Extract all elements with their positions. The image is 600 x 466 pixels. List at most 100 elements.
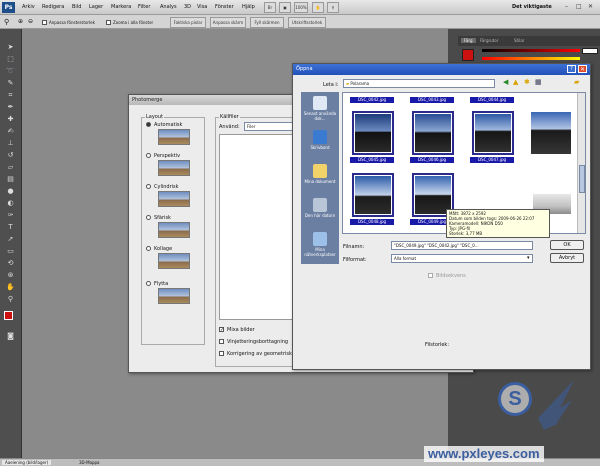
place-network[interactable]: Mina nätverksplatser <box>303 232 337 260</box>
layout-cylindrical-radio[interactable] <box>146 184 151 189</box>
blend-checkbox[interactable]: ✓ <box>219 327 224 333</box>
menu-fonster[interactable]: Fönster <box>215 4 234 10</box>
file-caption[interactable]: DSC_0046.jpg <box>410 157 454 163</box>
history-brush-tool-icon[interactable]: ↺ <box>5 151 16 160</box>
menu-hjalp[interactable]: Hjälp <box>242 4 255 10</box>
ok-button[interactable]: OK <box>550 240 584 250</box>
file-thumbnail[interactable] <box>352 111 394 155</box>
menu-redigera[interactable]: Redigera <box>42 4 64 10</box>
cancel-button[interactable]: Avbryt <box>550 253 584 263</box>
path-select-tool-icon[interactable]: ➚ <box>5 235 16 244</box>
dodge-tool-icon[interactable]: ◐ <box>5 199 16 208</box>
layout-collage-radio[interactable] <box>146 246 151 251</box>
tab-styles[interactable]: Stilar <box>514 38 524 43</box>
pen-tool-icon[interactable]: ✑ <box>5 211 16 220</box>
place-recent[interactable]: Senast använda dok... <box>303 96 337 124</box>
scrollbar-thumb[interactable] <box>579 165 585 193</box>
menu-bild[interactable]: Bild <box>72 4 81 10</box>
workspace-switcher[interactable]: Det viktigaste <box>512 4 552 10</box>
look-in-select[interactable]: ▰ Polarama <box>343 79 495 88</box>
zoom-tool-icon-2[interactable]: ⚲ <box>5 295 16 304</box>
file-thumbnail[interactable] <box>472 111 514 155</box>
quick-mask-icon[interactable]: ◙ <box>5 332 16 341</box>
eraser-tool-icon[interactable]: ▱ <box>5 163 16 172</box>
open-dialog-close-icon[interactable]: ✕ <box>578 65 587 73</box>
file-caption[interactable]: DSC_0047.jpg <box>470 157 514 163</box>
zoom-in-icon[interactable]: ⊕ <box>18 18 23 25</box>
eyedropper-tool-icon[interactable]: ✒ <box>5 103 16 112</box>
menu-filter[interactable]: Filter <box>138 4 150 10</box>
file-thumbnail[interactable] <box>530 111 572 155</box>
3d-orbit-tool-icon[interactable]: ⊛ <box>5 271 16 280</box>
layout-auto-radio[interactable] <box>146 122 151 127</box>
crop-tool-icon[interactable]: ⌗ <box>5 91 16 100</box>
tab-swatches[interactable]: Färgrutor <box>480 38 498 43</box>
layout-reposition-radio[interactable] <box>146 281 151 286</box>
file-caption[interactable]: DSC_0043.jpg <box>410 97 454 103</box>
place-documents[interactable]: Mina dokument <box>303 164 337 192</box>
zoom-icon[interactable]: ⚲ <box>327 2 339 13</box>
menu-arkiv[interactable]: Arkiv <box>22 4 35 10</box>
brush-tool-icon[interactable]: ✍ <box>5 127 16 136</box>
open-dialog-help-icon[interactable]: ? <box>567 65 576 73</box>
3d-rotate-tool-icon[interactable]: ⟲ <box>5 259 16 268</box>
file-caption[interactable]: DSC_0048.jpg <box>350 219 394 225</box>
shape-tool-icon[interactable]: ▭ <box>5 247 16 256</box>
menu-3d[interactable]: 3D <box>184 4 191 10</box>
geometric-checkbox[interactable] <box>219 351 224 356</box>
new-folder-icon[interactable]: ✱ <box>524 78 530 86</box>
filename-input[interactable]: "DSC_0049.jpg" "DSC_0042.jpg" "DSC_0... <box>391 241 533 250</box>
actual-pixels-button[interactable]: Faktiska pixlar <box>170 17 206 28</box>
view-menu-icon[interactable]: ▦ <box>535 78 542 86</box>
status-tab-3d[interactable]: 3D-Mappa <box>76 460 103 465</box>
green-slider[interactable] <box>482 57 580 60</box>
fill-screen-button[interactable]: Fyll skärmen <box>250 17 284 28</box>
filetype-select[interactable]: Alla format <box>391 254 533 263</box>
quick-select-tool-icon[interactable]: ✎ <box>5 79 16 88</box>
use-select[interactable]: Filer <box>244 122 294 131</box>
move-tool-icon[interactable]: ➤ <box>5 43 16 52</box>
gradient-tool-icon[interactable]: ▤ <box>5 175 16 184</box>
up-folder-icon[interactable]: ▲ <box>513 78 518 86</box>
place-computer[interactable]: Den här datorn <box>303 198 337 226</box>
file-thumbnail[interactable] <box>352 173 394 217</box>
chevron-down-icon[interactable]: ▾ <box>527 255 530 261</box>
file-caption[interactable]: DSC_0042.jpg <box>350 97 394 103</box>
layout-perspective-radio[interactable] <box>146 153 151 158</box>
maximize-icon[interactable]: □ <box>576 3 582 10</box>
place-desktop[interactable]: Skrivbord <box>303 130 337 158</box>
zoom-level[interactable]: 100% <box>294 2 308 13</box>
vignette-checkbox[interactable] <box>219 339 224 344</box>
red-value-field[interactable] <box>582 48 598 54</box>
menu-analys[interactable]: Analys <box>160 4 177 10</box>
blur-tool-icon[interactable]: ● <box>5 187 16 196</box>
favorites-folder-icon[interactable]: ▰ <box>574 78 579 86</box>
red-slider[interactable] <box>482 49 580 52</box>
image-sequence-checkbox[interactable] <box>428 273 433 278</box>
menu-lager[interactable]: Lager <box>89 4 103 10</box>
foreground-color-swatch[interactable] <box>4 311 13 320</box>
tab-color[interactable]: Färg <box>461 38 476 43</box>
status-tab-adjustments[interactable]: Aaeiening (bild/lager) <box>2 460 52 465</box>
file-thumbnail[interactable] <box>412 111 454 155</box>
lasso-tool-icon[interactable]: ➰ <box>5 67 16 76</box>
back-icon[interactable]: ◀ <box>503 78 508 86</box>
menu-markera[interactable]: Markera <box>111 4 131 10</box>
minimize-icon[interactable]: – <box>565 3 568 10</box>
resize-windows-checkbox[interactable] <box>42 20 47 25</box>
marquee-tool-icon[interactable]: ⬚ <box>5 55 16 64</box>
menu-visa[interactable]: Visa <box>197 4 207 10</box>
healing-tool-icon[interactable]: ✚ <box>5 115 16 124</box>
layout-spherical-radio[interactable] <box>146 215 151 220</box>
hand-tool-icon[interactable]: ✋ <box>5 283 16 292</box>
type-tool-icon[interactable]: T <box>5 223 16 232</box>
file-caption[interactable]: DSC_0045.jpg <box>350 157 394 163</box>
source-file-list[interactable] <box>219 134 294 320</box>
file-list-scrollbar[interactable] <box>577 93 585 233</box>
clone-stamp-tool-icon[interactable]: ⊥ <box>5 139 16 148</box>
hand-icon[interactable]: ✋ <box>312 2 324 13</box>
print-size-button[interactable]: Utskriftsstorlek <box>288 17 326 28</box>
close-icon[interactable]: ✕ <box>588 3 593 10</box>
bridge-button[interactable]: Br <box>264 2 276 13</box>
minibridge-button[interactable]: ▣ <box>279 2 291 13</box>
